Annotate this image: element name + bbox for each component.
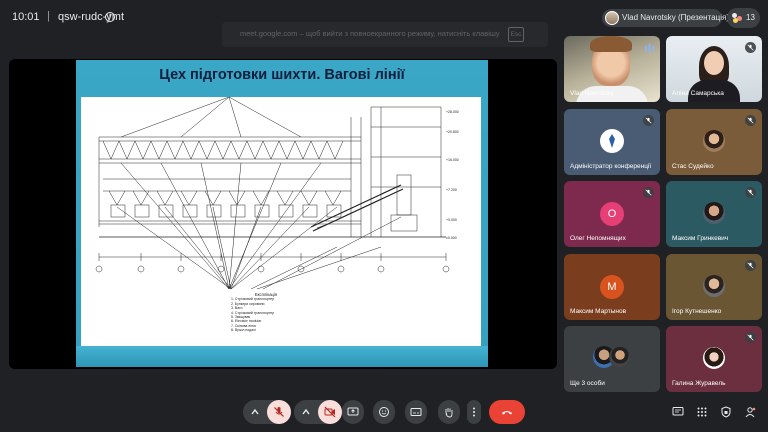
activities-icon[interactable] [696, 405, 710, 419]
presenter-hair [590, 36, 632, 52]
camera-control-group [294, 400, 342, 424]
people-count: 13 [746, 13, 755, 22]
more-people-icon[interactable] [744, 405, 758, 419]
participant-tile[interactable]: Адміністратор конференції [564, 109, 660, 175]
slide: Цех підготовки шихти. Вагові лінії +28.0… [76, 60, 488, 367]
participant-avatar [703, 130, 725, 152]
host-controls-icon[interactable] [720, 405, 734, 419]
participant-name: Аліна Самарська [672, 90, 724, 97]
slide-title: Цех підготовки шихти. Вагові лінії [159, 67, 405, 83]
chat-icon[interactable] [672, 405, 686, 419]
fullscreen-toast: meet.google.com – щоб вийти з повноекран… [222, 22, 548, 47]
participant-tile[interactable]: Ігор Кутнешенко [666, 254, 762, 320]
participant-name: Vlad Navrotsky [570, 90, 614, 97]
mic-off-icon [745, 187, 756, 198]
presentation-stage: Цех підготовки шихти. Вагові лінії +28.0… [9, 59, 557, 369]
mic-off-icon [643, 187, 654, 198]
svg-text:±0.000: ±0.000 [446, 236, 457, 240]
participant-name: Ще 3 особи [570, 380, 605, 387]
captions-button[interactable] [405, 400, 427, 424]
participant-face [704, 51, 724, 75]
group-avatar [609, 346, 631, 368]
mic-toggle-button[interactable] [267, 400, 291, 424]
presenting-indicator-icon [644, 41, 655, 54]
slide-footer-band [76, 346, 488, 367]
mic-off-icon [745, 42, 756, 53]
legend-item: 8. Вузол подачі [231, 328, 256, 333]
participant-tile[interactable]: Стас Судейко [666, 109, 762, 175]
participant-avatar [703, 275, 725, 297]
mic-off-icon [643, 115, 654, 126]
svg-text:+16.000: +16.000 [446, 158, 459, 162]
meeting-time: 10:01 [12, 11, 40, 23]
mic-off-icon [745, 115, 756, 126]
engineering-drawing: +28.000 +20.800 +16.000 +7.200 +3.000 ±0… [81, 96, 481, 346]
svg-text:+3.000: +3.000 [446, 218, 457, 222]
legend-block: Експлікація 1. Стрічковий транспортер 2.… [231, 292, 301, 343]
participant-tile[interactable]: Максим Гринкевич [666, 181, 762, 247]
svg-text:+28.000: +28.000 [446, 110, 459, 114]
group-avatars [593, 346, 633, 368]
info-icon[interactable]: i [105, 12, 115, 22]
presenter-chip[interactable]: Vlad Navrotsky (Презентація) [602, 9, 729, 27]
participant-letter-avatar: M [600, 275, 624, 299]
participant-name: Адміністратор конференції [570, 163, 652, 170]
svg-text:+7.200: +7.200 [446, 188, 457, 192]
separator: | [47, 10, 50, 22]
participant-avatar [703, 347, 725, 369]
participant-letter-avatar: O [600, 202, 624, 226]
mic-options-button[interactable] [243, 400, 267, 424]
participant-tile-group[interactable]: Ще 3 особи [564, 326, 660, 392]
participant-name: Максим Гринкевич [672, 235, 729, 242]
toast-text: meet.google.com – щоб вийти з повноекран… [240, 29, 500, 38]
participant-name: Ігор Кутнешенко [672, 308, 722, 315]
participant-name: Галина Журавель [672, 380, 726, 387]
participant-tile[interactable]: O Олег Непомнящих [564, 181, 660, 247]
toast-key: Esc [508, 27, 524, 42]
leave-call-button[interactable] [489, 400, 525, 424]
more-options-button[interactable] [467, 400, 481, 424]
participant-name: Стас Судейко [672, 163, 714, 170]
participant-tile[interactable]: Галина Журавель [666, 326, 762, 392]
present-button[interactable] [342, 400, 364, 424]
participant-avatar [703, 202, 725, 224]
org-logo-icon [600, 129, 624, 153]
people-chip[interactable]: 13 [727, 8, 760, 28]
people-icon [732, 13, 743, 23]
svg-text:+20.800: +20.800 [446, 130, 459, 134]
presenter-label: Vlad Navrotsky (Презентація) [622, 13, 729, 22]
participant-name: Олег Непомнящих [570, 235, 626, 242]
presenter-avatar [605, 11, 619, 25]
camera-options-button[interactable] [294, 400, 318, 424]
participant-tile-presenter[interactable]: Vlad Navrotsky [564, 36, 660, 102]
mic-control-group [243, 400, 291, 424]
camera-toggle-button[interactable] [318, 400, 342, 424]
mic-off-icon [745, 332, 756, 343]
reactions-button[interactable] [373, 400, 395, 424]
meet-window: 10:01 | qsw-rudc-ymt i meet.google.com –… [0, 0, 768, 432]
participant-tile[interactable]: M Максим Мартынов [564, 254, 660, 320]
mic-off-icon [745, 260, 756, 271]
participant-tile[interactable]: Аліна Самарська [666, 36, 762, 102]
raise-hand-button[interactable] [438, 400, 460, 424]
participant-name: Максим Мартынов [570, 308, 627, 315]
